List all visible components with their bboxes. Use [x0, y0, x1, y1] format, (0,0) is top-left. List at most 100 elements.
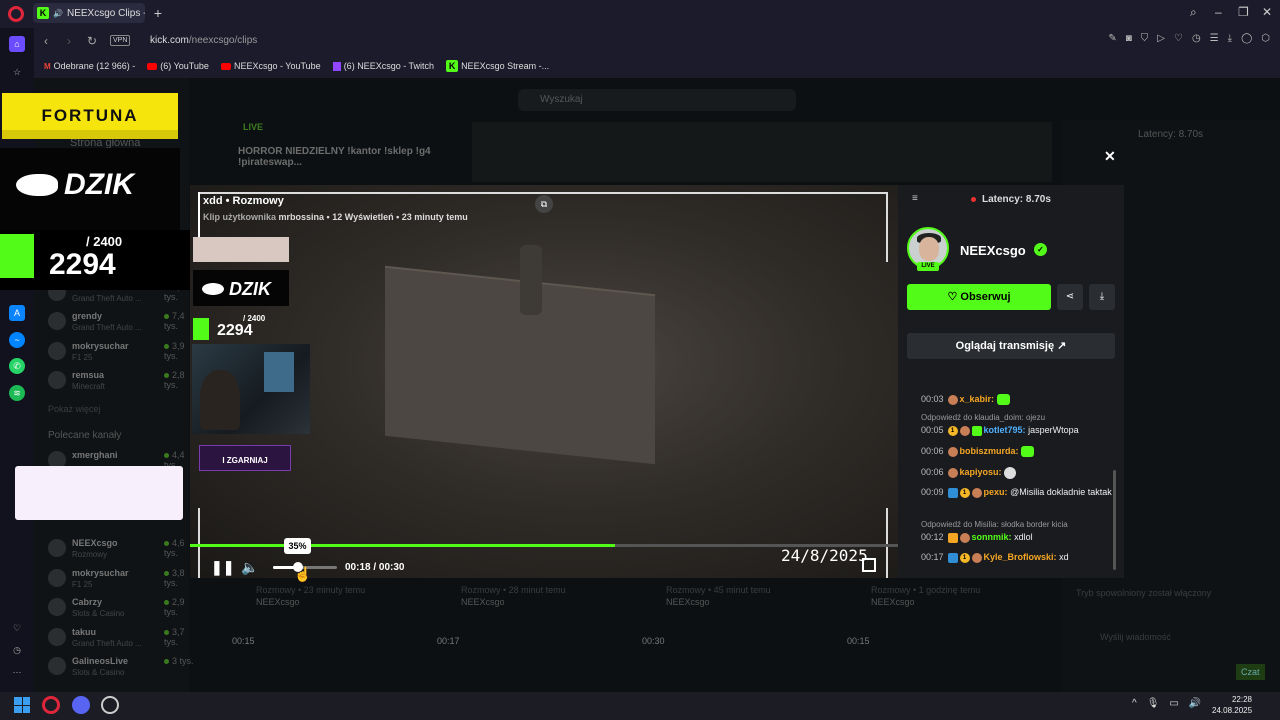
chat-scrollbar[interactable]: [1113, 470, 1116, 570]
download-icon[interactable]: ⤓: [1228, 33, 1232, 44]
edit-icon[interactable]: ✎: [1108, 33, 1116, 44]
chat-message: 00:03 x_kabir:: [921, 393, 1116, 406]
live-dot-icon: [164, 600, 169, 605]
bg-chat-input[interactable]: Wyślij wiadomość: [1100, 632, 1171, 642]
show-more-link[interactable]: Pokaż więcej: [48, 404, 101, 414]
shield-icon[interactable]: ⛉: [1141, 33, 1149, 44]
volume-tray-icon[interactable]: 🔊: [1189, 698, 1201, 709]
bookmark-youtube-neex[interactable]: NEEXcsgo - YouTube: [220, 61, 321, 71]
home-icon[interactable]: ⌂: [9, 36, 25, 52]
watch-stream-button[interactable]: Oglądaj transmisję ↗: [907, 333, 1115, 359]
msg-user[interactable]: Kyle_Broflowski:: [984, 552, 1057, 562]
microphone-icon[interactable]: 🎙: [1147, 698, 1160, 709]
clip-card-channel[interactable]: NEEXcsgo: [871, 597, 915, 607]
clip-card-channel[interactable]: NEEXcsgo: [256, 597, 300, 607]
search-input[interactable]: Wyszukaj: [518, 89, 796, 111]
easy-setup-icon[interactable]: ☰: [1210, 33, 1219, 44]
side-channel[interactable]: grendy Grand Theft Auto ... 7,4 tys.: [44, 309, 194, 337]
extensions-icon[interactable]: ⬡: [1261, 33, 1270, 44]
chat-message: 00:17 1 Kyle_Broflowski: xd: [921, 551, 1116, 564]
clip-card-channel[interactable]: NEEXcsgo: [461, 597, 505, 607]
url-path: /neexcsgo/clips: [188, 35, 258, 46]
side-channel[interactable]: GalineosLive Slots & Casino 3 tys.: [44, 654, 194, 682]
opera-taskbar-icon[interactable]: [42, 696, 60, 714]
fullscreen-icon[interactable]: [862, 558, 876, 572]
side-channel[interactable]: NEEXcsgo Rozmowy 4,6 tys.: [44, 536, 194, 564]
side-channel[interactable]: Cabrzy Slots & Casino 2,9 tys.: [44, 595, 194, 623]
search-tabs-icon[interactable]: ⌕: [1190, 5, 1197, 20]
opera-logo-icon[interactable]: [8, 6, 24, 22]
download-button[interactable]: ⤓: [1089, 284, 1115, 310]
youtube-icon: [220, 62, 231, 70]
live-dot-icon: [164, 453, 169, 458]
clip-card-channel[interactable]: NEEXcsgo: [666, 597, 710, 607]
heart-icon[interactable]: ♡: [1174, 33, 1183, 44]
aria-icon[interactable]: A: [9, 305, 25, 321]
live-stream-title[interactable]: HORROR NIEDZIELNY !kantor !sklep !g4 !pi…: [238, 146, 438, 168]
side-channel[interactable]: mokrysuchar F1 25 3,8 tys.: [44, 566, 194, 594]
url-field[interactable]: kick.com/neexcsgo/clips: [150, 35, 257, 46]
whatsapp-icon[interactable]: ✆: [9, 358, 25, 374]
new-tab-button[interactable]: +: [150, 5, 166, 21]
msg-user[interactable]: bobiszmurda:: [960, 446, 1019, 456]
display-icon[interactable]: ▭: [1169, 698, 1178, 709]
history-icon[interactable]: ◷: [1192, 33, 1201, 44]
opera-gx-icon[interactable]: [101, 696, 119, 714]
windows-start-icon[interactable]: [14, 697, 30, 713]
clip-author[interactable]: mrbossina: [279, 212, 325, 222]
close-window-button[interactable]: ✕: [1262, 5, 1272, 19]
follow-label: Obserwuj: [960, 291, 1011, 303]
heart-sidebar-icon[interactable]: ♡: [9, 620, 25, 636]
minimize-button[interactable]: –: [1215, 5, 1222, 19]
browser-tab-active[interactable]: K 🔊 NEEXcsgo Clips - Wat: [33, 3, 145, 23]
play-icon[interactable]: ▷: [1157, 33, 1165, 44]
follow-button[interactable]: ♡ Obserwuj: [907, 284, 1051, 310]
msg-user[interactable]: kapiyosu:: [960, 467, 1002, 477]
close-modal-button[interactable]: ✕: [1104, 148, 1116, 165]
messenger-icon[interactable]: ~: [9, 332, 25, 348]
side-channel[interactable]: mokrysuchar F1 25 3,9 tys.: [44, 339, 194, 367]
side-channel-name: Cabrzy: [72, 597, 103, 607]
msg-user[interactable]: x_kabir:: [960, 394, 995, 404]
speaker-tab-icon[interactable]: 🔊: [53, 9, 63, 18]
viewer-count: 3 tys.: [172, 656, 194, 666]
avatar: [48, 598, 66, 616]
taskbar: [0, 692, 1280, 720]
side-channel-name: grendy: [72, 311, 103, 321]
msg-user[interactable]: kotlet795:: [984, 425, 1026, 435]
reload-button[interactable]: ↻: [87, 34, 97, 48]
share-button[interactable]: ⋖: [1057, 284, 1083, 310]
collapse-chat-icon[interactable]: ≡: [912, 193, 918, 204]
channel-name[interactable]: NEEXcsgo: [960, 243, 1026, 258]
clip-card-meta: Rozmowy • 23 minuty temu: [256, 585, 366, 595]
pause-button[interactable]: ❚❚: [211, 559, 234, 576]
more-icon[interactable]: ···: [9, 664, 25, 680]
forward-button[interactable]: ›: [67, 34, 71, 48]
profile-icon[interactable]: ◯: [1241, 33, 1252, 44]
side-channel[interactable]: takuu Grand Theft Auto ... 3,7 tys.: [44, 625, 194, 653]
bookmark-gmail[interactable]: M Odebrane (12 966) -: [44, 61, 135, 71]
spotify-icon[interactable]: ≋: [9, 385, 25, 401]
chevron-up-icon[interactable]: ^: [1132, 698, 1137, 709]
back-button[interactable]: ‹: [44, 34, 48, 48]
side-channel-game: Slots & Casino: [72, 668, 125, 677]
msg-user[interactable]: sonnmik:: [972, 532, 1012, 542]
maximize-button[interactable]: ❐: [1238, 5, 1249, 19]
vpn-badge[interactable]: VPN: [110, 35, 131, 46]
bookmark-kick[interactable]: K NEEXcsgo Stream -...: [446, 60, 549, 72]
bg-chat-send[interactable]: Czat: [1236, 664, 1265, 680]
side-channel[interactable]: remsua Minecraft 2,8 tys.: [44, 368, 194, 396]
camera-icon[interactable]: ◙: [1126, 33, 1132, 44]
side-channel-count: 3 tys.: [164, 656, 194, 666]
volume-icon[interactable]: 🔈: [241, 559, 258, 576]
discord-icon[interactable]: [72, 696, 90, 714]
avatar: [48, 342, 66, 360]
bookmark-youtube[interactable]: (6) YouTube: [147, 61, 209, 71]
popout-icon[interactable]: ⧉: [535, 195, 553, 213]
bookmark-twitch[interactable]: (6) NEEXcsgo - Twitch: [332, 61, 434, 71]
msg-user[interactable]: pexu:: [984, 487, 1008, 497]
clock[interactable]: 22:28 24.08.2025: [1212, 694, 1252, 716]
msg-time: 00:06: [921, 446, 944, 456]
speed-dial-icon[interactable]: ☆: [9, 64, 25, 80]
history-sidebar-icon[interactable]: ◷: [9, 642, 25, 658]
